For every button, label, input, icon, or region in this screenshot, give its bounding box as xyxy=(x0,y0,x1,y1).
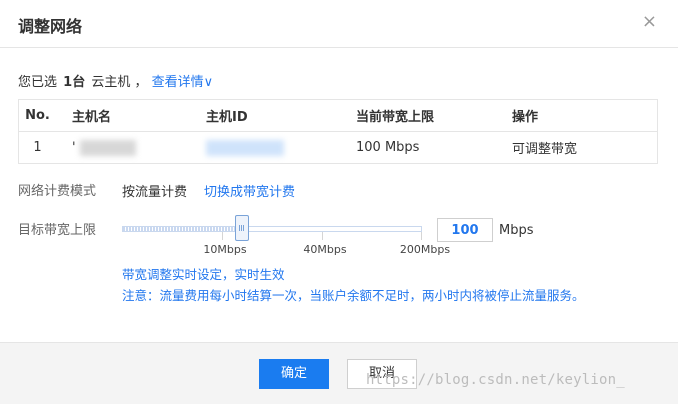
selection-count: 1台 xyxy=(63,75,86,90)
row-hostname: ' xyxy=(56,131,206,164)
confirm-button[interactable]: 确定 xyxy=(259,359,329,389)
bandwidth-input[interactable] xyxy=(437,218,493,242)
row-bandwidth: 100 Mbps xyxy=(356,131,512,164)
row-hostname-text: ' xyxy=(72,140,76,155)
slider-handle[interactable] xyxy=(235,215,249,241)
adjust-network-dialog: 调整网络 × 您已选 1台 云主机 ， 查看详情∨ No. 主机名 主机ID 当… xyxy=(0,0,678,404)
billing-mode-value: 按流量计费 xyxy=(122,185,188,200)
chevron-down-icon: ∨ xyxy=(203,75,214,90)
column-header-action: 操作 xyxy=(512,99,658,132)
view-details-label: 查看详情 xyxy=(151,75,204,90)
slider-fill xyxy=(122,226,242,232)
view-details-link[interactable]: 查看详情∨ xyxy=(152,75,214,90)
table-header-row: No. 主机名 主机ID 当前带宽上限 操作 xyxy=(18,99,658,132)
column-header-no: No. xyxy=(18,99,56,132)
close-icon[interactable]: × xyxy=(642,13,657,31)
billing-mode-label: 网络计费模式 xyxy=(18,184,97,199)
realtime-note: 带宽调整实时设定，实时生效 xyxy=(122,267,285,282)
billing-warning-note: 注意：流量费用每小时结算一次，当账户余额不足时，两小时内将被停止流量服务。 xyxy=(122,288,585,303)
column-header-host-id: 主机ID xyxy=(206,99,356,132)
tick-label-10mbps: 10Mbps xyxy=(203,243,247,256)
dialog-title: 调整网络 xyxy=(18,17,83,36)
slider-tick xyxy=(421,232,422,240)
bandwidth-slider[interactable] xyxy=(122,215,422,241)
selection-prefix: 您已选 xyxy=(18,75,58,90)
selection-summary: 您已选 1台 云主机 ， 查看详情∨ xyxy=(18,71,213,90)
switch-billing-link[interactable]: 切换成带宽计费 xyxy=(204,181,295,200)
slider-tick xyxy=(322,232,323,240)
row-action: 可调整带宽 xyxy=(512,131,658,164)
selection-suffix: 云主机 ， xyxy=(91,75,148,90)
tick-label-40mbps: 40Mbps xyxy=(303,243,347,256)
redacted-hostname xyxy=(79,139,136,156)
redacted-host-id xyxy=(206,139,284,156)
host-table: No. 主机名 主机ID 当前带宽上限 操作 1 ' 100 Mbps 可调整带… xyxy=(18,99,658,164)
watermark-text: https://blog.csdn.net/keylion_ xyxy=(366,372,625,388)
bandwidth-unit: Mbps xyxy=(499,223,534,238)
dialog-header: 调整网络 × xyxy=(0,0,678,48)
column-header-hostname: 主机名 xyxy=(56,99,206,132)
table-row: 1 ' 100 Mbps 可调整带宽 xyxy=(18,131,658,164)
target-bandwidth-label: 目标带宽上限 xyxy=(18,223,97,238)
row-host-id xyxy=(206,131,356,164)
row-no: 1 xyxy=(18,131,56,164)
grip-icon xyxy=(239,225,245,231)
column-header-bandwidth: 当前带宽上限 xyxy=(356,99,512,132)
slider-tick xyxy=(222,232,223,240)
tick-label-200mbps: 200Mbps xyxy=(399,243,451,256)
